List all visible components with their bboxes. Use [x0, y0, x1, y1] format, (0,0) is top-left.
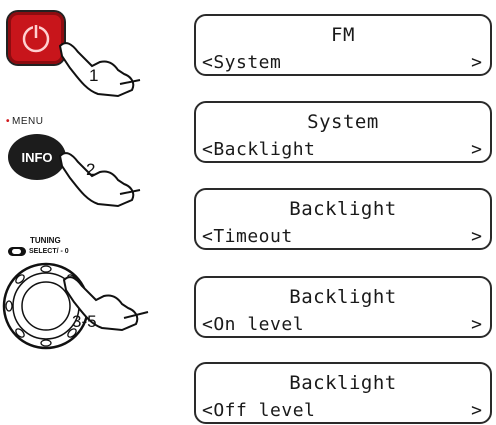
pointing-hand-icon	[58, 152, 141, 208]
lcd-screen: Backlight <Off level >	[194, 362, 492, 424]
lcd-screen: System <Backlight >	[194, 101, 492, 163]
power-icon	[22, 24, 50, 53]
select-label: SELECT / - 0	[8, 247, 69, 256]
lcd-arrow: >	[471, 139, 482, 160]
select-arrow-icon	[8, 247, 26, 256]
lcd-screen: Backlight <Timeout >	[194, 188, 492, 250]
tuning-label: TUNING	[30, 236, 61, 245]
lcd-line-1: Backlight	[289, 372, 397, 394]
lcd-line-1: System	[307, 111, 379, 133]
lcd-screen: Backlight <On level >	[194, 276, 492, 338]
step-number: 3-5	[72, 312, 97, 331]
step-number: 2	[86, 160, 96, 179]
power-button[interactable]	[8, 12, 64, 64]
lcd-arrow: >	[471, 314, 482, 335]
lcd-line-1: Backlight	[289, 286, 397, 308]
pointing-hand-icon	[58, 42, 141, 98]
step-number: 1	[89, 66, 99, 85]
lcd-line-1: FM	[331, 24, 355, 46]
lcd-screen: FM <System >	[194, 14, 492, 76]
lcd-line-1: Backlight	[289, 198, 397, 220]
lcd-arrow: >	[471, 400, 482, 421]
lcd-line-2: <On level	[202, 314, 305, 335]
lcd-arrow: >	[471, 52, 482, 73]
lcd-line-2: <Backlight	[202, 139, 316, 160]
lcd-line-2: <Off level	[202, 400, 316, 421]
lcd-arrow: >	[471, 226, 482, 247]
lcd-line-2: <Timeout	[202, 226, 293, 247]
menu-label: • MENU	[6, 116, 44, 127]
lcd-line-2: <System	[202, 52, 282, 73]
